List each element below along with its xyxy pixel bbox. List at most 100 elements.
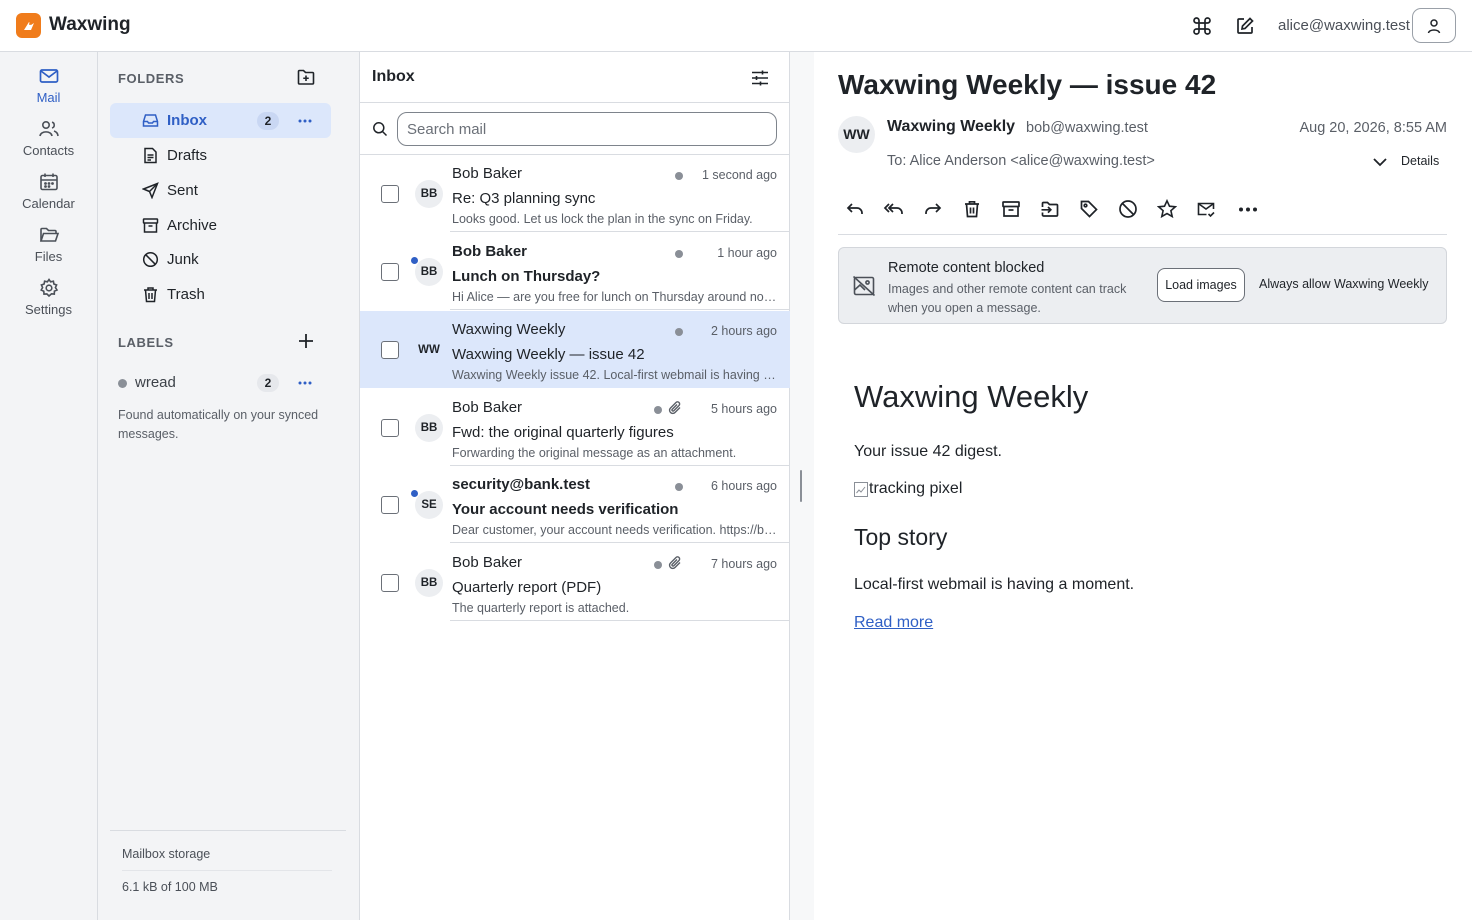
unread-indicator (411, 490, 418, 497)
divider (110, 830, 346, 831)
folder-archive[interactable]: Archive (110, 208, 331, 243)
attachment-icon (668, 556, 681, 570)
inbox-more-button[interactable] (294, 112, 316, 130)
status-dot (675, 328, 683, 336)
divider (360, 102, 790, 103)
message-row[interactable]: WW Waxwing Weekly 2 hours ago Waxwing We… (360, 311, 790, 388)
email-body-subheading: Top story (854, 524, 948, 550)
sender-avatar: BB (415, 569, 443, 597)
sender-email: bob@waxwing.test (1026, 120, 1148, 136)
list-filter-button[interactable] (748, 66, 772, 90)
waxwing-logo-icon (16, 13, 41, 38)
folder-junk[interactable]: Junk (110, 242, 331, 277)
inbox-icon (142, 114, 159, 127)
rail-item-mail[interactable]: Mail (0, 65, 97, 105)
mark-unread-button[interactable] (1194, 197, 1218, 221)
email-body-story: Local-first webmail is having a moment. (854, 576, 1135, 593)
recipient-line: To: Alice Anderson <alice@waxwing.test> (887, 153, 1155, 169)
message-row[interactable]: BB Bob Baker 1 hour ago Lunch on Thursda… (360, 233, 790, 310)
row-snippet: Looks good. Let us lock the plan in the … (452, 212, 753, 226)
contacts-icon (38, 120, 59, 137)
folder-trash[interactable]: Trash (110, 277, 331, 312)
command-palette-icon[interactable] (1190, 14, 1214, 38)
row-snippet: Waxwing Weekly issue 42. Local-first web… (452, 368, 777, 382)
row-sender: Bob Baker (452, 399, 523, 416)
move-to-folder-icon (1041, 201, 1059, 217)
sender-avatar: BB (415, 414, 443, 442)
rail-item-settings[interactable]: Settings (0, 277, 97, 317)
reply-all-button[interactable] (882, 197, 906, 221)
row-checkbox[interactable] (381, 263, 399, 281)
search-input[interactable] (397, 112, 777, 146)
details-toggle[interactable]: Details (1401, 154, 1439, 168)
read-more-link[interactable]: Read more (854, 614, 933, 632)
message-row[interactable]: BB Bob Baker 1 second ago Re: Q3 plannin… (360, 155, 790, 232)
attachment-icon (668, 401, 681, 415)
row-checkbox[interactable] (381, 496, 399, 514)
message-row[interactable]: BB Bob Baker 5 hours ago Fwd: the origin… (360, 389, 790, 466)
row-subject: Fwd: the original quarterly figures (452, 424, 674, 441)
row-time: 1 second ago (701, 168, 777, 182)
forward-button[interactable] (921, 197, 945, 221)
new-folder-button[interactable] (294, 65, 318, 89)
mail-icon (39, 69, 58, 83)
calendar-icon (39, 173, 58, 191)
row-checkbox[interactable] (381, 574, 399, 592)
reply-button[interactable] (843, 197, 867, 221)
email-body-intro: Your issue 42 digest. (854, 443, 1002, 460)
inbox-count-badge: 2 (257, 112, 279, 130)
row-checkbox[interactable] (381, 185, 399, 203)
pane-resize-handle[interactable] (800, 470, 802, 502)
rail-item-calendar[interactable]: Calendar (0, 171, 97, 211)
load-images-button[interactable]: Load images (1157, 268, 1245, 302)
storage-bar (122, 870, 332, 871)
labels-heading: LABELS (118, 335, 174, 350)
user-email: alice@waxwing.test (1278, 17, 1410, 34)
row-time: 2 hours ago (710, 324, 777, 338)
more-horizontal-icon (298, 119, 312, 123)
email-body-heading: Waxwing Weekly (854, 379, 1089, 414)
status-dot (654, 561, 662, 569)
label-item-wread[interactable]: wread 2 (118, 372, 339, 394)
storage-title: Mailbox storage (122, 847, 211, 861)
tag-icon (1080, 200, 1098, 218)
chevron-down-icon[interactable] (1370, 152, 1390, 172)
trash-icon (144, 287, 157, 303)
sender-avatar: SE (415, 491, 443, 519)
label-color-dot (118, 379, 127, 388)
unread-indicator (411, 257, 418, 264)
compose-icon[interactable] (1233, 14, 1257, 38)
folder-drafts[interactable]: Drafts (110, 138, 331, 173)
status-dot (675, 483, 683, 491)
add-label-button[interactable] (294, 329, 318, 353)
delete-button[interactable] (960, 197, 984, 221)
star-button[interactable] (1155, 197, 1179, 221)
row-checkbox[interactable] (381, 341, 399, 359)
label-button[interactable] (1077, 197, 1101, 221)
status-dot (675, 250, 683, 258)
mark-junk-button[interactable] (1116, 197, 1140, 221)
account-button[interactable] (1412, 8, 1456, 43)
reply-all-icon (883, 203, 903, 214)
rail-item-contacts[interactable]: Contacts (0, 118, 97, 158)
rail-item-files[interactable]: Files (0, 224, 97, 264)
row-sender: Waxwing Weekly (452, 321, 566, 338)
row-subject: Your account needs verification (452, 501, 679, 518)
always-allow-button[interactable]: Always allow Waxwing Weekly (1259, 277, 1429, 291)
folder-sent[interactable]: Sent (110, 173, 331, 208)
message-list-pane: Inbox BB Bob Baker 1 second ago Re: Q3 p… (360, 52, 790, 920)
archive-button[interactable] (999, 197, 1023, 221)
reading-pane: Waxwing Weekly — issue 42 WW Waxwing Wee… (814, 52, 1472, 920)
message-row[interactable]: SE security@bank.test 6 hours ago Your a… (360, 466, 790, 543)
label-more-button[interactable] (294, 374, 316, 392)
message-row[interactable]: BB Bob Baker 7 hours ago Quarterly repor… (360, 544, 790, 621)
row-checkbox[interactable] (381, 419, 399, 437)
top-bar: Waxwing alice@waxwing.test (0, 0, 1472, 52)
row-snippet: Dear customer, your account needs verifi… (452, 523, 777, 537)
folder-inbox[interactable]: Inbox 2 (110, 103, 331, 138)
more-horizontal-icon (298, 381, 312, 385)
move-button[interactable] (1038, 197, 1062, 221)
image-off-icon (852, 275, 876, 297)
status-dot (675, 172, 683, 180)
more-actions-button[interactable] (1236, 197, 1260, 221)
